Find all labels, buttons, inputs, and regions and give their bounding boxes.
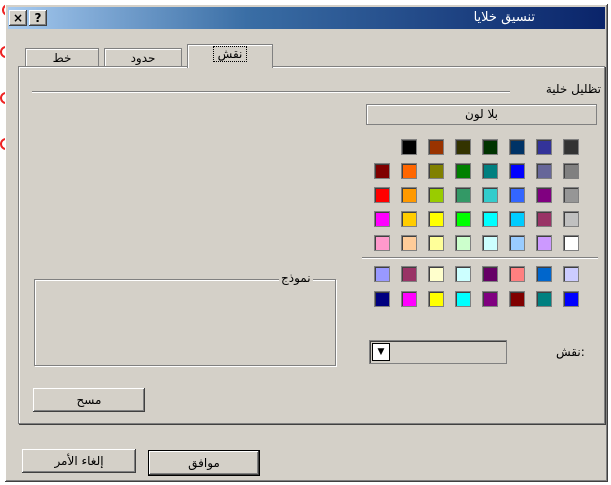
- color-swatch[interactable]: [482, 139, 498, 155]
- extra-color-swatch[interactable]: [536, 291, 552, 307]
- color-swatch[interactable]: [374, 187, 390, 203]
- window-title: تنسيق خلايا: [473, 10, 535, 25]
- color-swatch[interactable]: [563, 139, 579, 155]
- no-color-button[interactable]: بلا لون: [366, 104, 597, 125]
- color-swatch[interactable]: [536, 139, 552, 155]
- color-swatch[interactable]: [374, 235, 390, 251]
- extra-color-swatch[interactable]: [428, 266, 444, 282]
- color-swatch[interactable]: [374, 163, 390, 179]
- sample-label: نموذج: [279, 271, 313, 285]
- help-icon: ?: [34, 11, 42, 25]
- clear-button[interactable]: مسح: [33, 388, 145, 412]
- color-swatch[interactable]: [455, 211, 471, 227]
- dropdown-arrow-icon[interactable]: ▼: [372, 343, 390, 361]
- palette-separator: [362, 257, 598, 259]
- color-swatch[interactable]: [536, 235, 552, 251]
- extra-color-swatch[interactable]: [455, 266, 471, 282]
- color-swatch[interactable]: [482, 211, 498, 227]
- color-swatch[interactable]: [509, 235, 525, 251]
- close-button[interactable]: ×: [9, 10, 27, 26]
- tab-border-label: حدود: [130, 51, 156, 65]
- color-swatch[interactable]: [563, 163, 579, 179]
- color-swatch[interactable]: [563, 211, 579, 227]
- pattern-dropdown[interactable]: ▼: [369, 340, 507, 364]
- color-swatch[interactable]: [509, 163, 525, 179]
- extra-color-swatch[interactable]: [482, 266, 498, 282]
- color-swatch[interactable]: [509, 187, 525, 203]
- tab-font-label: خط: [52, 51, 72, 65]
- extra-color-swatch[interactable]: [563, 291, 579, 307]
- extra-color-swatch[interactable]: [401, 266, 417, 282]
- color-swatch[interactable]: [482, 187, 498, 203]
- color-swatch[interactable]: [401, 139, 417, 155]
- color-swatch[interactable]: [401, 163, 417, 179]
- extra-color-swatch[interactable]: [509, 291, 525, 307]
- color-swatch[interactable]: [563, 187, 579, 203]
- color-swatch[interactable]: [455, 139, 471, 155]
- color-swatch[interactable]: [428, 211, 444, 227]
- color-swatch[interactable]: [536, 211, 552, 227]
- color-swatch[interactable]: [482, 235, 498, 251]
- color-swatch[interactable]: [455, 163, 471, 179]
- color-swatch[interactable]: [401, 187, 417, 203]
- extra-color-swatch[interactable]: [401, 291, 417, 307]
- color-swatch[interactable]: [455, 235, 471, 251]
- cancel-button[interactable]: إلغاء الأمر: [22, 449, 136, 473]
- close-icon: ×: [12, 11, 24, 25]
- extra-color-swatch[interactable]: [374, 266, 390, 282]
- color-swatch[interactable]: [428, 163, 444, 179]
- color-swatch[interactable]: [509, 139, 525, 155]
- color-swatch[interactable]: [455, 187, 471, 203]
- extra-color-swatch[interactable]: [536, 266, 552, 282]
- tab-patterns-label: نقش: [212, 46, 248, 62]
- color-swatch[interactable]: [374, 211, 390, 227]
- extra-color-swatch[interactable]: [374, 291, 390, 307]
- color-swatch[interactable]: [401, 211, 417, 227]
- extra-color-swatch[interactable]: [563, 266, 579, 282]
- extra-color-swatch[interactable]: [482, 291, 498, 307]
- color-swatch[interactable]: [401, 235, 417, 251]
- extra-color-swatch[interactable]: [509, 266, 525, 282]
- color-swatch[interactable]: [428, 139, 444, 155]
- color-swatch[interactable]: [482, 163, 498, 179]
- color-swatch[interactable]: [509, 211, 525, 227]
- title-bar: × ? تنسيق خلايا: [8, 7, 605, 29]
- pattern-label: نقش:: [556, 345, 585, 359]
- tab-patterns[interactable]: نقش: [187, 44, 273, 68]
- group-separator: [32, 91, 510, 93]
- color-swatch[interactable]: [536, 163, 552, 179]
- sample-preview: [34, 279, 336, 366]
- extra-color-swatch[interactable]: [455, 291, 471, 307]
- color-swatch[interactable]: [428, 235, 444, 251]
- color-swatch[interactable]: [563, 235, 579, 251]
- ok-button[interactable]: موافق: [148, 450, 260, 476]
- extra-color-swatch[interactable]: [428, 291, 444, 307]
- help-button[interactable]: ?: [29, 10, 47, 26]
- color-swatch[interactable]: [428, 187, 444, 203]
- color-swatch[interactable]: [536, 187, 552, 203]
- cell-shading-label: تظليل خلية: [542, 82, 601, 96]
